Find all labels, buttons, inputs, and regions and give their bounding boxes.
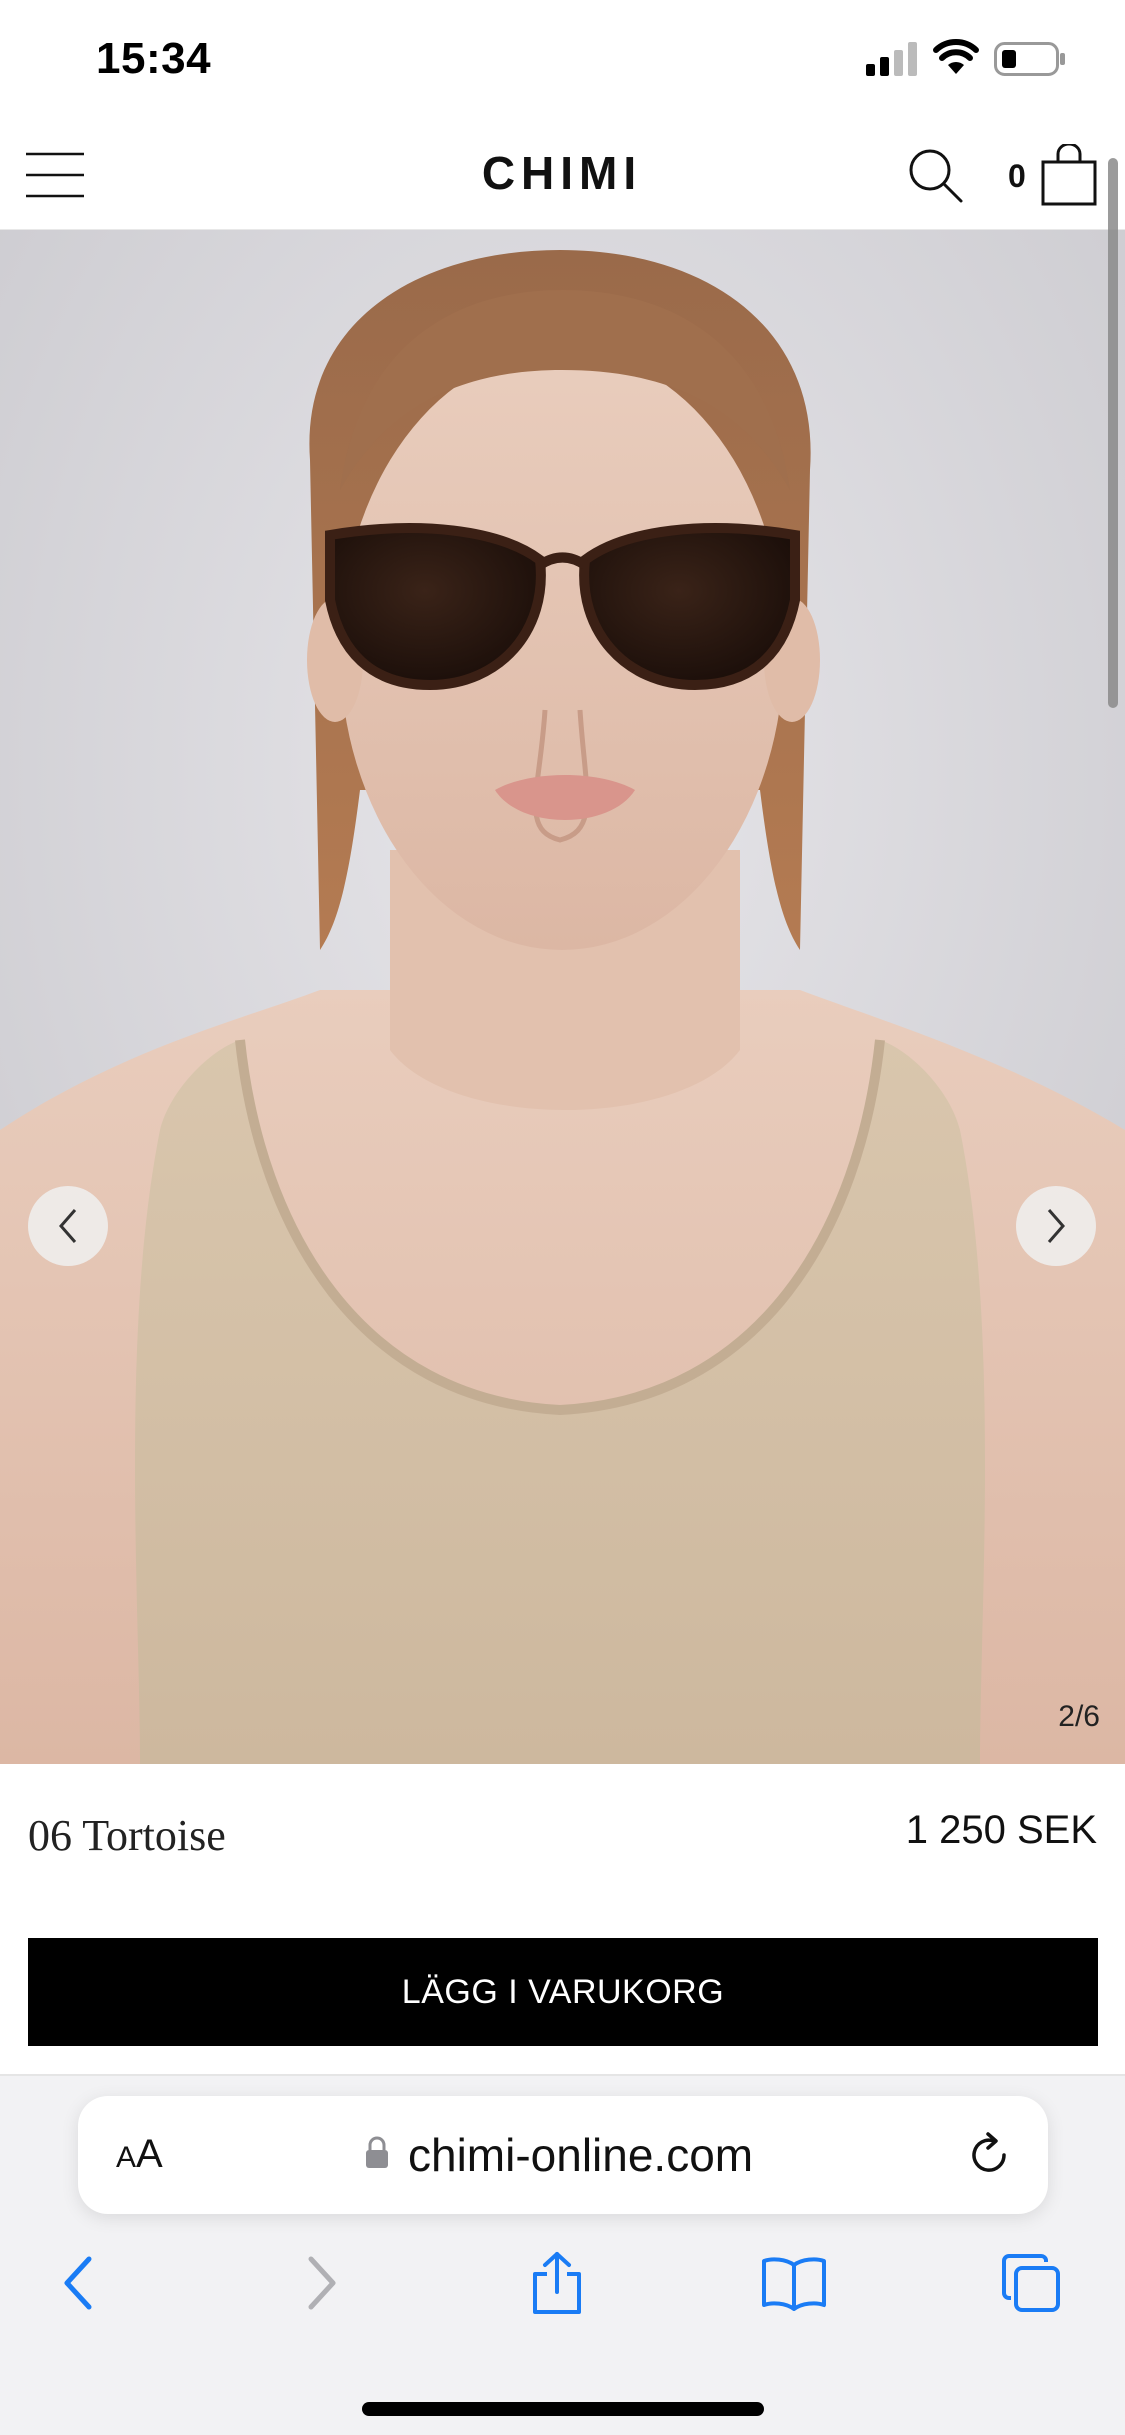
add-to-cart-button[interactable]: LÄGG I VARUKORG — [28, 1938, 1098, 2046]
image-counter: 2/6 — [1058, 1700, 1100, 1733]
search-icon[interactable] — [906, 146, 966, 206]
reload-icon[interactable] — [964, 2130, 1014, 2180]
share-button[interactable] — [522, 2250, 592, 2316]
cart-count: 0 — [1008, 158, 1026, 194]
product-price: 1 250 SEK — [905, 1808, 1097, 1852]
site-header: CHIMI 0 — [0, 120, 1125, 230]
chevron-left-icon — [59, 1209, 77, 1243]
status-bar: 15:34 — [0, 0, 1125, 120]
product-photo — [0, 230, 1125, 1764]
page-scrollbar[interactable] — [1108, 158, 1118, 708]
tabs-icon — [1002, 2254, 1060, 2312]
tabs-button[interactable] — [996, 2250, 1066, 2316]
chevron-left-icon — [64, 2256, 92, 2310]
address-bar[interactable]: AA chimi-online.com — [78, 2096, 1048, 2214]
status-time: 15:34 — [96, 34, 212, 83]
lock-icon — [366, 2136, 388, 2168]
product-image-gallery[interactable] — [0, 230, 1125, 1764]
browser-forward-button[interactable] — [286, 2250, 356, 2316]
battery-icon — [994, 42, 1065, 76]
share-icon — [533, 2252, 581, 2314]
reader-settings-button[interactable]: AA — [116, 2132, 163, 2177]
browser-back-button[interactable] — [44, 2250, 114, 2316]
brand-logo[interactable]: CHIMI — [462, 146, 662, 200]
aa-large-label: A — [136, 2132, 163, 2176]
carousel-next-button[interactable] — [1016, 1186, 1096, 1266]
chevron-right-icon — [308, 2256, 336, 2310]
book-icon — [762, 2257, 826, 2311]
wifi-icon — [933, 39, 979, 74]
product-name: 06 Tortoise — [28, 1811, 226, 1860]
hamburger-menu-icon[interactable] — [26, 150, 86, 200]
shopping-bag-icon[interactable] — [1040, 144, 1098, 206]
carousel-previous-button[interactable] — [28, 1186, 108, 1266]
home-indicator[interactable] — [362, 2402, 764, 2416]
cellular-signal-icon — [866, 42, 917, 76]
url-text[interactable]: chimi-online.com — [408, 2128, 753, 2182]
aa-small-label: A — [116, 2141, 137, 2174]
bookmarks-button[interactable] — [759, 2250, 829, 2316]
chevron-right-icon — [1047, 1209, 1065, 1243]
